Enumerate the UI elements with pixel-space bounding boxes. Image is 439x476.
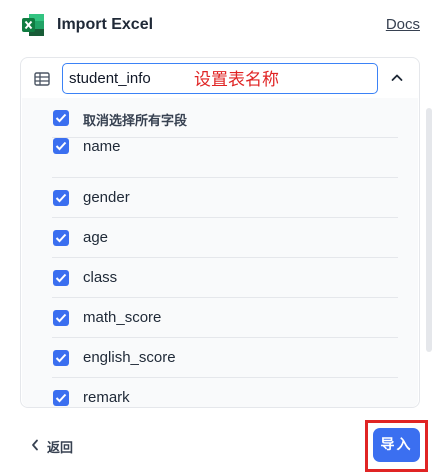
- field-row[interactable]: age: [52, 218, 398, 258]
- check-icon: [55, 313, 67, 323]
- field-checkbox[interactable]: [53, 138, 69, 154]
- field-checkbox[interactable]: [53, 350, 69, 366]
- check-icon: [55, 141, 67, 151]
- back-label: 返回: [47, 441, 74, 456]
- check-icon: [55, 193, 67, 203]
- table-icon: [34, 72, 50, 86]
- field-label: class: [83, 269, 118, 286]
- field-row[interactable]: remark: [52, 378, 398, 407]
- field-label: age: [83, 229, 109, 246]
- check-icon: [55, 273, 67, 283]
- field-label: remark: [83, 389, 130, 406]
- import-button[interactable]: 导入: [373, 428, 420, 462]
- check-icon: [55, 113, 67, 123]
- field-label: name: [83, 138, 121, 155]
- field-checkbox[interactable]: [53, 270, 69, 286]
- field-label: english_score: [83, 349, 176, 366]
- check-icon: [55, 353, 67, 363]
- field-row[interactable]: math_score: [52, 298, 398, 338]
- field-list: 取消选择所有字段 name gender age class math_scor…: [22, 98, 418, 407]
- field-list-scrollbar[interactable]: [426, 108, 432, 352]
- chevron-up-icon[interactable]: [385, 66, 409, 90]
- field-label: math_score: [83, 309, 162, 326]
- check-icon: [55, 233, 67, 243]
- chevron-left-icon: [32, 439, 38, 451]
- toggle-all-label: 取消选择所有字段: [83, 114, 188, 129]
- field-row[interactable]: name: [52, 138, 398, 178]
- page-title: Import Excel: [57, 16, 154, 33]
- field-checkbox[interactable]: [53, 230, 69, 246]
- toggle-all-row[interactable]: 取消选择所有字段: [52, 98, 398, 138]
- header: Import Excel Docs: [22, 12, 420, 40]
- field-checkbox[interactable]: [53, 310, 69, 326]
- field-checkbox[interactable]: [53, 390, 69, 406]
- toggle-all-checkbox[interactable]: [53, 110, 69, 126]
- docs-link[interactable]: Docs: [386, 16, 420, 33]
- table-name-annotation: 设置表名称: [194, 70, 279, 90]
- field-checkbox[interactable]: [53, 190, 69, 206]
- import-card: 设置表名称 取消选择所有字段 name gender age: [20, 57, 420, 408]
- field-label: gender: [83, 189, 130, 206]
- field-row[interactable]: english_score: [52, 338, 398, 378]
- check-icon: [55, 393, 67, 403]
- field-row[interactable]: class: [52, 258, 398, 298]
- field-row[interactable]: gender: [52, 178, 398, 218]
- excel-icon: [22, 14, 44, 36]
